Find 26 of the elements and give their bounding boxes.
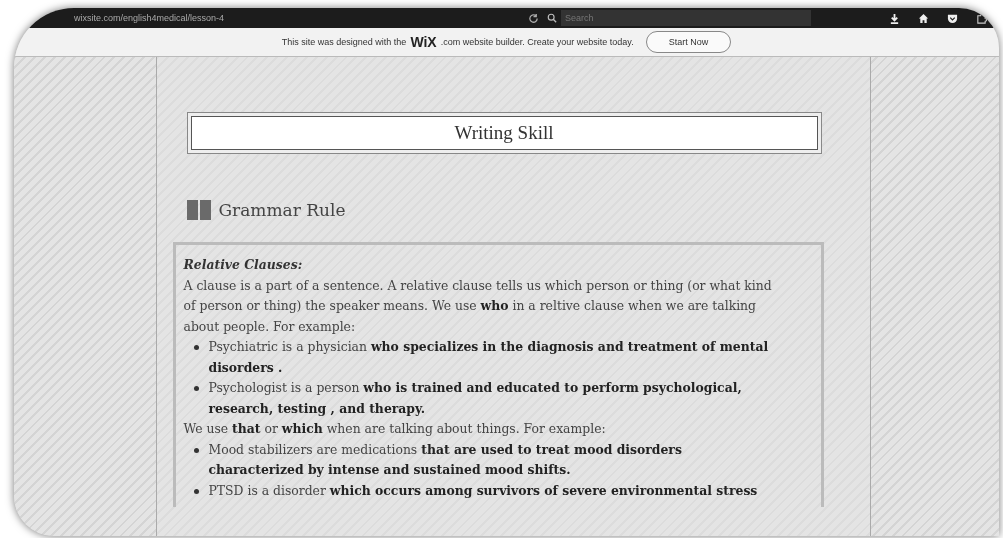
- page-title: Writing Skill: [190, 116, 818, 150]
- list-item-text: Psychiatric is a physician who specializes in the diagnosis and treatment of mental disorders .: [208, 338, 770, 377]
- bullet-dot: [193, 447, 199, 453]
- list-item-text: Mood stabilizers are medications that are used to treat mood disorders characterized by intense and sustained mood shifts.: [208, 440, 683, 479]
- paragraph: A clause is a part of a sentence. A relative clause tells us which person or thing (or what kind of person or thing) the speaker means. We use who in a reltive clause when we are talking about people. For example:: [183, 276, 773, 336]
- home-icon[interactable]: [918, 12, 929, 24]
- section-heading: Grammar Rule: [218, 200, 346, 220]
- bullet-dot: [193, 386, 199, 391]
- content-heading: Relative Clauses:: [183, 256, 304, 274]
- book-icon: [186, 200, 211, 220]
- bullet-dot: [193, 345, 199, 350]
- start-now-button[interactable]: Start Now: [645, 31, 732, 53]
- bullet-dot: [193, 488, 199, 494]
- reload-icon[interactable]: [528, 12, 539, 24]
- puzzle-icon[interactable]: [976, 12, 987, 24]
- banner-text: This site was designed with the: [281, 37, 407, 47]
- address-bar-url[interactable]: wixsite.com/english4medical/lesson-4: [74, 13, 520, 23]
- wix-logo: WiX: [410, 34, 437, 50]
- search-field[interactable]: Search: [561, 10, 811, 26]
- shield-icon[interactable]: [947, 12, 958, 24]
- list-item-text: PTSD is a disorder which occurs among survivors of severe environmental stress: [208, 481, 758, 500]
- download-icon[interactable]: [889, 12, 900, 24]
- search-icon: [547, 13, 557, 23]
- list-item-text: Psychologist is a person who is trained and educated to perform psychological, research, testing , and therapy.: [208, 379, 743, 418]
- banner-text: .com website builder. Create your website today.: [440, 37, 634, 47]
- paragraph: We use that or which when are talking about things. For example:: [183, 420, 607, 438]
